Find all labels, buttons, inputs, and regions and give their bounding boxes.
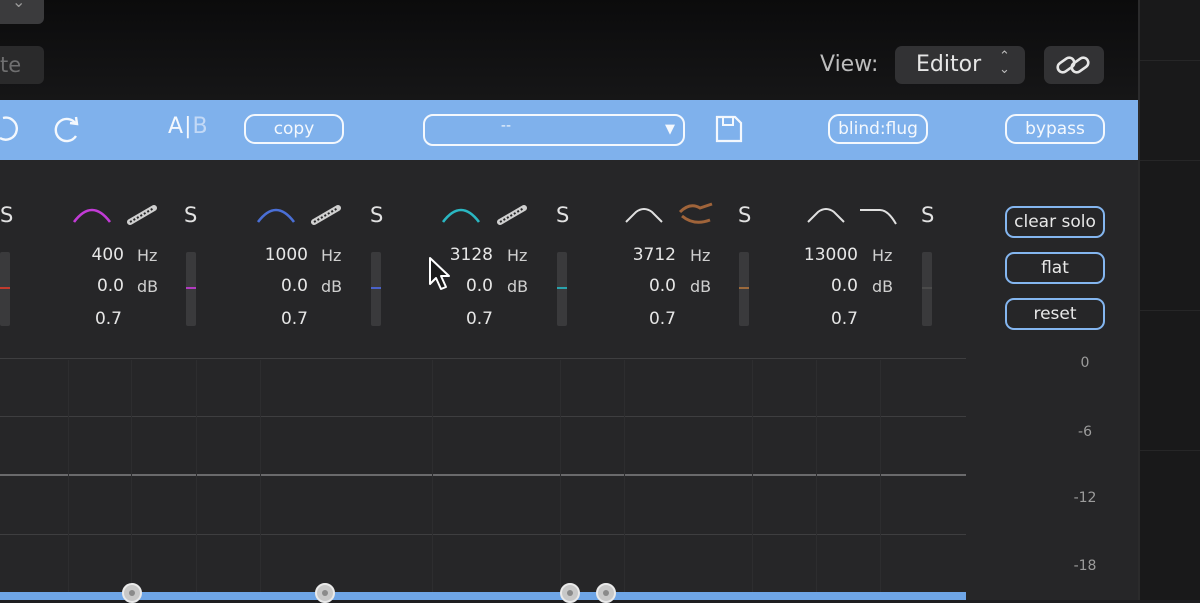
band-q[interactable]: 0.7 bbox=[62, 309, 122, 329]
solo-button[interactable]: S bbox=[0, 203, 13, 227]
highcut-filter-icon[interactable] bbox=[858, 204, 898, 226]
band-frequency[interactable]: 400 bbox=[64, 245, 124, 265]
link-button[interactable] bbox=[1044, 46, 1104, 84]
blindflug-button[interactable]: blind:flug bbox=[828, 114, 928, 144]
band-meter bbox=[557, 252, 567, 326]
view-select[interactable]: Editor ⌃ ⌄ bbox=[895, 46, 1025, 84]
bell-filter-icon[interactable] bbox=[624, 204, 664, 226]
band-q[interactable]: 0.7 bbox=[798, 309, 858, 329]
band-meter bbox=[371, 252, 381, 326]
host-dropdown[interactable]: ⌄ bbox=[0, 0, 44, 24]
reset-button[interactable]: reset bbox=[1005, 298, 1105, 330]
band-gain[interactable]: 0.0 bbox=[616, 276, 676, 296]
redo-icon[interactable] bbox=[50, 114, 84, 146]
db-scale-label: -18 bbox=[1073, 558, 1097, 574]
band-meter bbox=[922, 252, 932, 326]
hz-unit: Hz bbox=[690, 246, 711, 265]
copy-button[interactable]: copy bbox=[244, 114, 344, 144]
db-scale-label: -6 bbox=[1078, 424, 1092, 440]
view-label: View: bbox=[820, 52, 879, 77]
bell-filter-icon[interactable] bbox=[441, 204, 481, 226]
band-gain[interactable]: 0.0 bbox=[64, 276, 124, 296]
band-gain[interactable]: 0.0 bbox=[798, 276, 858, 296]
solo-button[interactable]: S bbox=[556, 203, 569, 227]
host-preset-field[interactable]: te bbox=[0, 46, 44, 84]
hz-unit: Hz bbox=[872, 246, 893, 265]
db-unit: dB bbox=[321, 277, 343, 296]
bypass-button[interactable]: bypass bbox=[1005, 114, 1105, 144]
link-icon bbox=[1056, 56, 1090, 74]
band-frequency[interactable]: 3712 bbox=[616, 245, 676, 265]
bell-filter-icon[interactable] bbox=[72, 204, 112, 226]
eq-curve bbox=[0, 592, 966, 600]
band-node[interactable] bbox=[596, 583, 616, 603]
bell-filter-icon[interactable] bbox=[806, 204, 846, 226]
band-node[interactable] bbox=[122, 583, 142, 603]
band-frequency[interactable]: 13000 bbox=[798, 245, 858, 265]
db-scale-label: 0 bbox=[1080, 355, 1090, 371]
host-side-panel bbox=[1138, 0, 1200, 600]
db-unit: dB bbox=[872, 277, 894, 296]
ab-toggle[interactable]: A|B bbox=[168, 114, 209, 139]
chevron-down-icon: ⌄ bbox=[12, 0, 26, 11]
save-icon[interactable] bbox=[714, 114, 744, 144]
band-type-icon[interactable] bbox=[676, 200, 716, 228]
hz-unit: Hz bbox=[507, 246, 528, 265]
filter-slope-icon[interactable] bbox=[310, 204, 342, 226]
filter-slope-icon[interactable] bbox=[496, 204, 528, 226]
band-q[interactable]: 0.7 bbox=[248, 309, 308, 329]
flat-button[interactable]: flat bbox=[1005, 252, 1105, 284]
solo-button[interactable]: S bbox=[921, 203, 934, 227]
eq-graph[interactable] bbox=[0, 340, 966, 600]
band-node[interactable] bbox=[315, 583, 335, 603]
preset-select[interactable]: -- ▼ bbox=[423, 114, 685, 146]
hz-unit: Hz bbox=[137, 246, 158, 265]
db-scale-label: -12 bbox=[1073, 490, 1097, 506]
hz-unit: Hz bbox=[321, 246, 342, 265]
band-meter bbox=[186, 252, 196, 326]
db-unit: dB bbox=[507, 277, 529, 296]
mouse-cursor-icon bbox=[429, 257, 450, 290]
undo-icon[interactable] bbox=[0, 114, 30, 146]
db-unit: dB bbox=[690, 277, 712, 296]
band-meter bbox=[0, 252, 10, 326]
updown-chevron-icon: ⌃ ⌄ bbox=[999, 49, 1010, 77]
solo-button[interactable]: S bbox=[738, 203, 751, 227]
filter-slope-icon[interactable] bbox=[126, 204, 158, 226]
triangle-down-icon: ▼ bbox=[665, 122, 675, 137]
band-q[interactable]: 0.7 bbox=[433, 309, 493, 329]
db-unit: dB bbox=[137, 277, 159, 296]
band-q[interactable]: 0.7 bbox=[616, 309, 676, 329]
view-value: Editor bbox=[916, 52, 982, 77]
band-frequency[interactable]: 1000 bbox=[248, 245, 308, 265]
band-meter bbox=[739, 252, 749, 326]
solo-button[interactable]: S bbox=[184, 203, 197, 227]
band-gain[interactable]: 0.0 bbox=[248, 276, 308, 296]
bell-filter-icon[interactable] bbox=[256, 204, 296, 226]
solo-button[interactable]: S bbox=[370, 203, 383, 227]
band-node[interactable] bbox=[560, 583, 580, 603]
clear-solo-button[interactable]: clear solo bbox=[1005, 206, 1105, 238]
